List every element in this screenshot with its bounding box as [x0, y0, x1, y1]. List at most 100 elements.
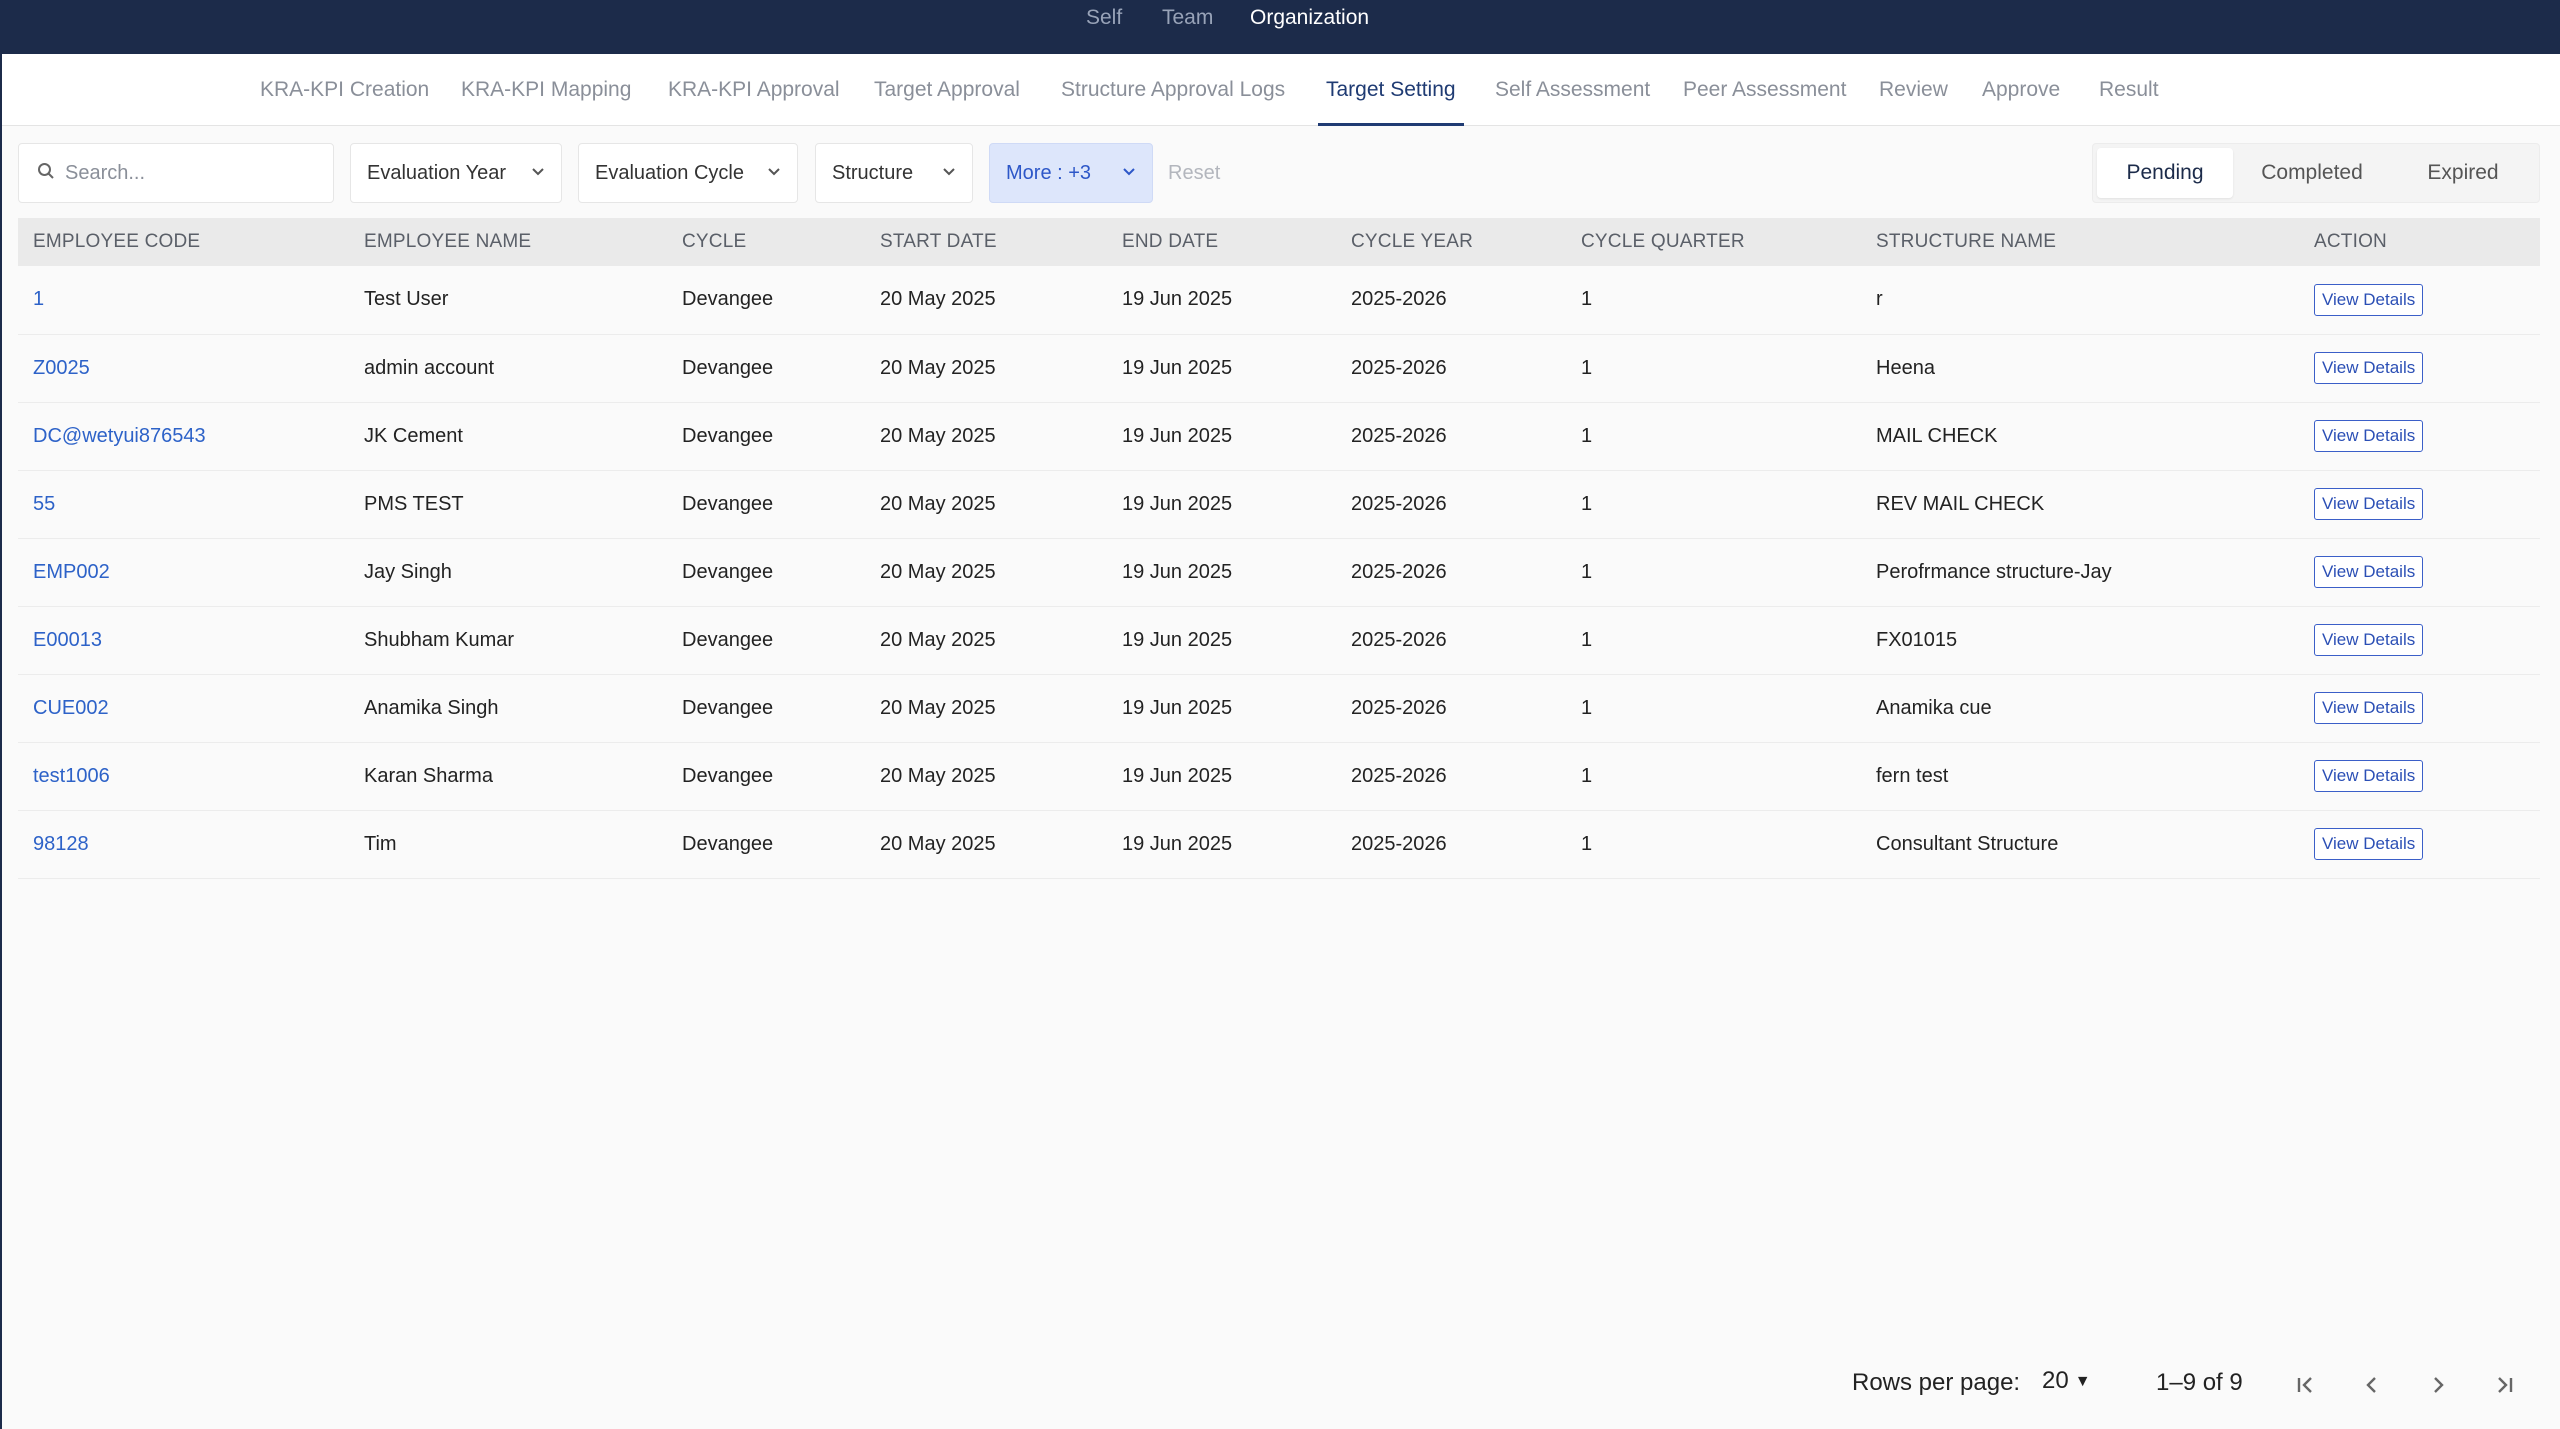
view-details-button[interactable]: View Details: [2314, 420, 2424, 452]
tab-review[interactable]: Review: [1879, 54, 1948, 126]
more-filters-button[interactable]: More : +3: [989, 143, 1153, 203]
end-date-cell: 19 Jun 2025: [1122, 832, 1233, 855]
start-date-cell: 20 May 2025: [880, 832, 996, 855]
cycle-cell: Devangee: [682, 832, 774, 855]
table-row: Z0025 admin account Devangee 20 May 2025…: [18, 334, 2540, 402]
cycle-quarter-cell: 1: [1581, 764, 1593, 787]
employee-code-link[interactable]: Z0025: [18, 334, 349, 402]
employee-code-link[interactable]: EMP002: [18, 538, 349, 606]
employee-name-cell: Jay Singh: [364, 560, 452, 583]
view-details-button[interactable]: View Details: [2314, 352, 2424, 384]
chevron-down-icon: [942, 164, 956, 182]
employee-code-link[interactable]: 98128: [18, 810, 349, 878]
employee-code-link[interactable]: 1: [18, 266, 349, 334]
evaluation-cycle-dropdown[interactable]: Evaluation Cycle: [578, 143, 798, 203]
view-details-button[interactable]: View Details: [2314, 828, 2424, 860]
view-details-button[interactable]: View Details: [2314, 283, 2424, 316]
cycle-year-cell: 2025-2026: [1351, 492, 1447, 515]
evaluation-year-dropdown[interactable]: Evaluation Year: [350, 143, 562, 203]
more-filters-label: More : +3: [1006, 161, 1092, 184]
start-date-cell: 20 May 2025: [880, 560, 996, 583]
view-details-button[interactable]: View Details: [2314, 692, 2424, 724]
start-date-cell: 20 May 2025: [880, 424, 996, 447]
header-cycle-year[interactable]: CYCLE YEAR: [1336, 218, 1566, 266]
tab-kra-kpi-creation[interactable]: KRA-KPI Creation: [260, 54, 429, 126]
chevron-down-icon: [531, 164, 545, 182]
header-employee-code[interactable]: EMPLOYEE CODE: [18, 218, 349, 266]
first-page-button[interactable]: [2284, 1363, 2328, 1407]
tab-self-assessment[interactable]: Self Assessment: [1495, 54, 1650, 126]
previous-page-button[interactable]: [2350, 1363, 2394, 1407]
employee-code-link[interactable]: DC@wetyui876543: [18, 402, 349, 470]
tab-target-approval[interactable]: Target Approval: [874, 54, 1020, 126]
cycle-quarter-cell: 1: [1581, 696, 1593, 719]
last-page-button[interactable]: [2482, 1363, 2526, 1407]
tab-target-setting[interactable]: Target Setting: [1318, 54, 1464, 126]
header-start-date[interactable]: START DATE: [865, 218, 1107, 266]
end-date-cell: 19 Jun 2025: [1122, 492, 1233, 515]
search-box[interactable]: [18, 143, 334, 203]
cycle-cell: Devangee: [682, 356, 774, 379]
cycle-cell: Devangee: [682, 288, 774, 311]
structure-name-cell: Anamika cue: [1876, 696, 1992, 719]
start-date-cell: 20 May 2025: [880, 628, 996, 651]
caret-down-icon: ▼: [2074, 1372, 2091, 1390]
employee-name-cell: Test User: [364, 288, 449, 311]
header-cycle-quarter[interactable]: CYCLE QUARTER: [1566, 218, 1861, 266]
tab-peer-assessment[interactable]: Peer Assessment: [1683, 54, 1846, 126]
pagination-bar: Rows per page: 20 ▼ 1–9 of 9: [2, 1359, 2560, 1407]
table-row: CUE002 Anamika Singh Devangee 20 May 202…: [18, 674, 2540, 742]
tab-kra-kpi-mapping[interactable]: KRA-KPI Mapping: [461, 54, 631, 126]
rows-per-page-value: 20: [2042, 1367, 2069, 1394]
start-date-cell: 20 May 2025: [880, 696, 996, 719]
employee-code-link[interactable]: CUE002: [18, 674, 349, 742]
tab-approve[interactable]: Approve: [1982, 54, 2060, 126]
employee-table: EMPLOYEE CODE EMPLOYEE NAME CYCLE START …: [18, 218, 2540, 879]
topnav-team[interactable]: Team: [1142, 0, 1233, 45]
header-end-date[interactable]: END DATE: [1107, 218, 1336, 266]
employee-code-link[interactable]: 55: [18, 470, 349, 538]
table-row: DC@wetyui876543 JK Cement Devangee 20 Ma…: [18, 402, 2540, 470]
structure-name-cell: Heena: [1876, 356, 1935, 379]
rows-per-page-select[interactable]: 20 ▼: [2042, 1367, 2091, 1395]
action-cell: View Details: [2299, 538, 2540, 606]
header-structure-name[interactable]: STRUCTURE NAME: [1861, 218, 2299, 266]
employee-name-cell: PMS TEST: [364, 492, 464, 515]
view-details-button[interactable]: View Details: [2314, 556, 2424, 588]
tab-kra-kpi-approval[interactable]: KRA-KPI Approval: [668, 54, 840, 126]
search-input[interactable]: [65, 161, 325, 185]
status-tab-completed[interactable]: Completed: [2233, 148, 2391, 198]
header-employee-name[interactable]: EMPLOYEE NAME: [349, 218, 667, 266]
tab-structure-approval-logs[interactable]: Structure Approval Logs: [1061, 54, 1285, 126]
next-page-button[interactable]: [2416, 1363, 2460, 1407]
end-date-cell: 19 Jun 2025: [1122, 288, 1233, 311]
topnav-organization[interactable]: Organization: [1230, 0, 1389, 45]
topnav-self[interactable]: Self: [1066, 0, 1142, 45]
employee-name-cell: JK Cement: [364, 424, 463, 447]
header-cycle[interactable]: CYCLE: [667, 218, 865, 266]
status-tab-expired[interactable]: Expired: [2391, 148, 2535, 198]
employee-name-cell: Shubham Kumar: [364, 628, 515, 651]
chevron-right-icon: [2434, 1377, 2444, 1393]
employee-code-link[interactable]: test1006: [18, 742, 349, 810]
structure-dropdown[interactable]: Structure: [815, 143, 973, 203]
table-row: 55 PMS TEST Devangee 20 May 2025 19 Jun …: [18, 470, 2540, 538]
table-row: 98128 Tim Devangee 20 May 2025 19 Jun 20…: [18, 810, 2540, 878]
view-details-button[interactable]: View Details: [2314, 760, 2424, 792]
employee-code-link[interactable]: E00013: [18, 606, 349, 674]
top-navigation: Self Team Organization: [0, 0, 2560, 54]
action-cell: View Details: [2299, 810, 2540, 878]
view-details-button[interactable]: View Details: [2314, 624, 2424, 656]
status-tab-pending[interactable]: Pending: [2097, 148, 2233, 198]
action-cell: View Details: [2299, 470, 2540, 538]
end-date-cell: 19 Jun 2025: [1122, 628, 1233, 651]
employee-name-cell: Anamika Singh: [364, 696, 499, 719]
view-details-button[interactable]: View Details: [2314, 488, 2424, 520]
cycle-cell: Devangee: [682, 628, 774, 651]
tab-result[interactable]: Result: [2099, 54, 2159, 126]
module-tabs: KRA-KPI Creation KRA-KPI Mapping KRA-KPI…: [2, 54, 2560, 126]
start-date-cell: 20 May 2025: [880, 764, 996, 787]
reset-button[interactable]: Reset: [1168, 143, 1220, 203]
action-cell: View Details: [2299, 742, 2540, 810]
action-cell: View Details: [2299, 606, 2540, 674]
